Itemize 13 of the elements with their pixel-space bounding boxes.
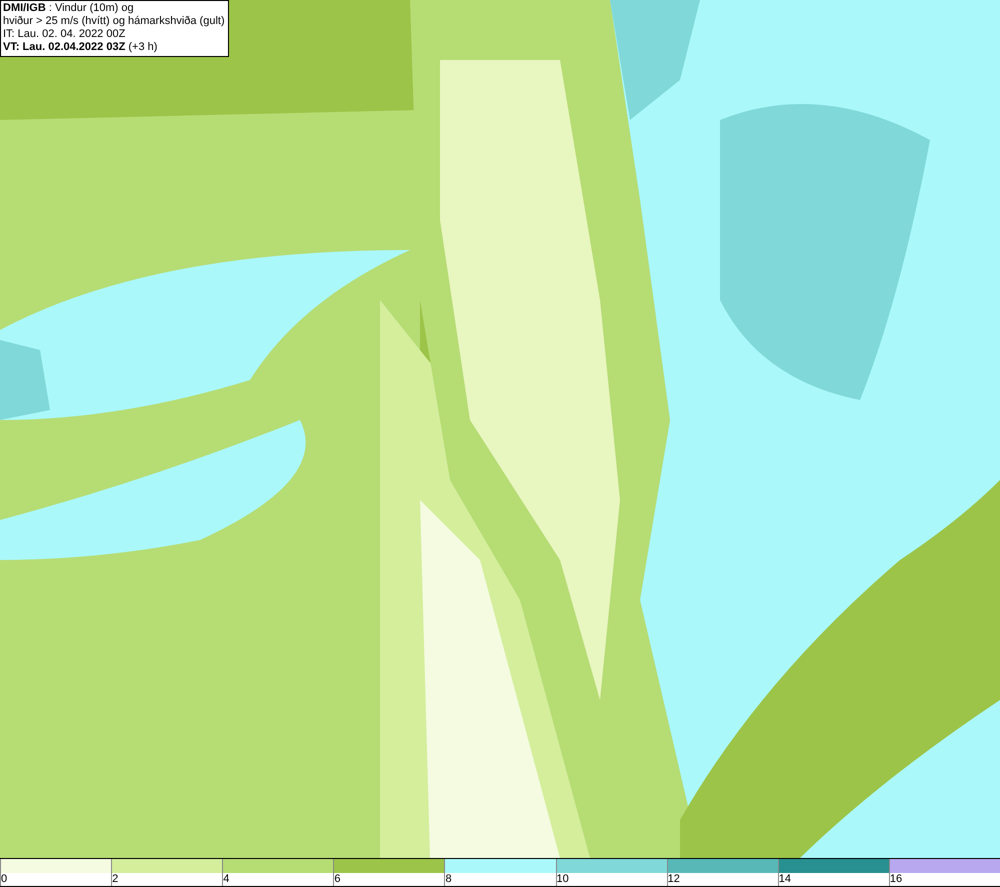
legend-label: 6	[334, 873, 340, 886]
legend-label: 16	[890, 873, 902, 886]
header-line: DMI/IGB : Vindur (10m) og	[3, 2, 135, 15]
header-line: VT: Lau. 02.04.2022 03Z (+3 h)	[3, 41, 158, 54]
legend-label: 8	[445, 873, 452, 886]
legend-label: 10	[556, 873, 569, 886]
legend-label: 14	[778, 873, 792, 886]
legend-label: 12	[668, 873, 680, 886]
header-line: IT: Lau. 02. 04. 2022 00Z	[3, 28, 126, 41]
legend-label: 0	[1, 873, 8, 886]
header-line: hviður > 25 m/s (hvítt) og hámarkshviða (gult)	[3, 15, 225, 28]
legend-label: 2	[112, 873, 118, 886]
legend-label: 4	[223, 873, 230, 886]
